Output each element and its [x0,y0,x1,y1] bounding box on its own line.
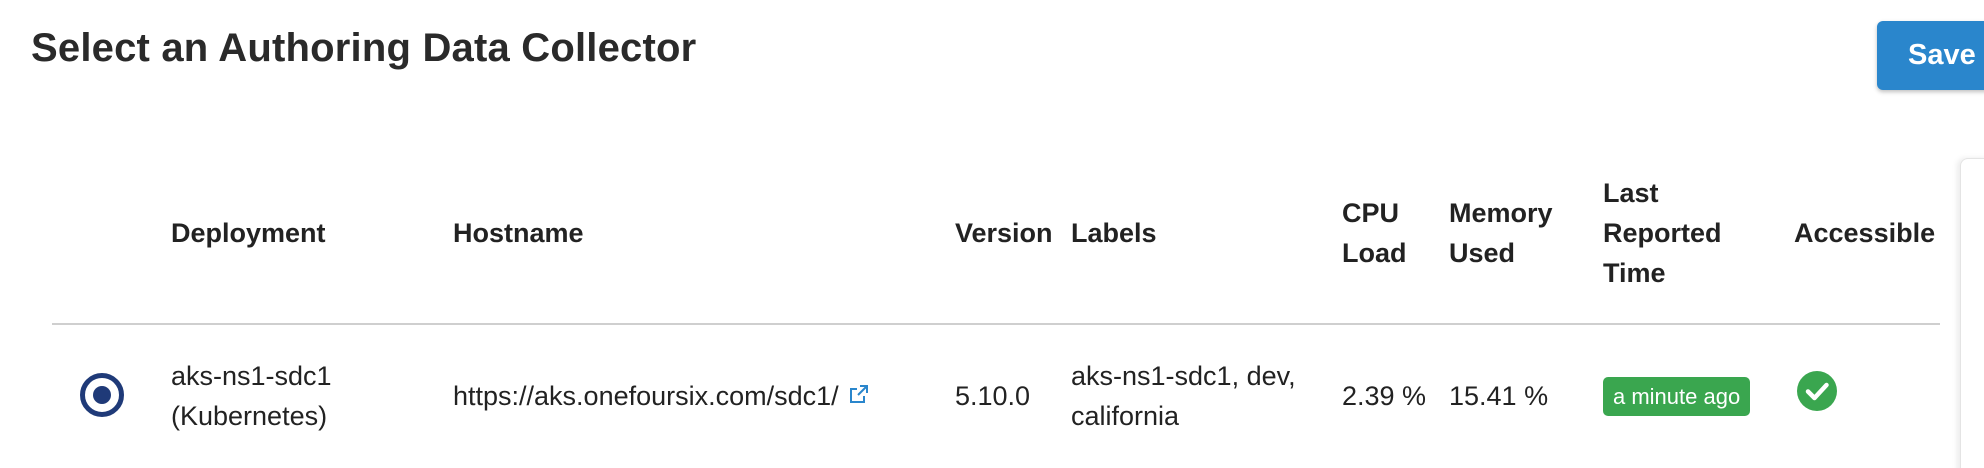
header-memory-used-line1: Memory [1449,198,1553,228]
header-deployment[interactable]: Deployment [171,213,326,253]
cell-version: 5.10.0 [955,381,1031,411]
header-version[interactable]: Version [955,213,1053,253]
cell-deployment: aks-ns1-sdc1 (Kubernetes) [171,356,332,436]
header-labels[interactable]: Labels [1071,213,1157,253]
header-cpu-load[interactable]: CPU Load [1342,193,1407,273]
header-cpu-load-line2: Load [1342,238,1407,268]
side-panel-edge [1960,158,1984,468]
header-last-reported-time[interactable]: Last Reported Time [1603,173,1722,293]
header-accessible[interactable]: Accessible [1794,213,1935,253]
hostname-text: https://aks.onefoursix.com/sdc1/ [453,381,839,411]
deployment-type: (Kubernetes) [171,401,328,431]
labels-line2: california [1071,401,1180,431]
header-last-reported-line1: Last [1603,178,1659,208]
cell-cpu-load: 2.39 % [1342,381,1427,411]
cell-hostname: https://aks.onefoursix.com/sdc1/ [453,376,869,416]
header-hostname[interactable]: Hostname [453,213,584,253]
header-divider [52,323,1940,325]
external-link-icon[interactable] [849,375,869,415]
deployment-name: aks-ns1-sdc1 [171,361,332,391]
last-reported-badge: a minute ago [1603,377,1751,416]
check-circle-icon [1797,371,1837,411]
header-memory-used-line2: Used [1449,238,1516,268]
header-cpu-load-line1: CPU [1342,198,1400,228]
cell-labels: aks-ns1-sdc1, dev, california [1071,356,1296,436]
page-title: Select an Authoring Data Collector [31,26,697,70]
header-last-reported-line2: Reported [1603,218,1722,248]
save-button[interactable]: Save [1877,21,1984,90]
page: Select an Authoring Data Collector Save … [0,0,1984,468]
labels-line1: aks-ns1-sdc1, dev, [1071,361,1296,391]
radio-selected-dot [93,386,111,404]
cell-memory-used: 15.41 % [1449,381,1549,411]
header-last-reported-line3: Time [1603,258,1666,288]
header-memory-used[interactable]: Memory Used [1449,193,1553,273]
row-select-radio[interactable] [80,373,124,417]
